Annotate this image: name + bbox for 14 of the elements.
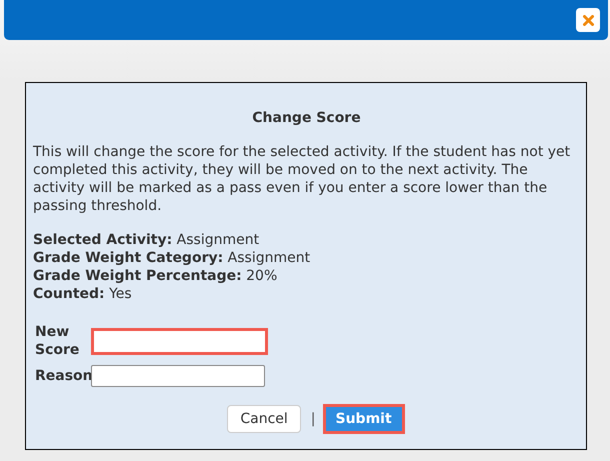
- submit-button[interactable]: Submit: [326, 407, 402, 431]
- detail-line: Grade Weight Percentage: 20%: [33, 267, 278, 285]
- description-text: This will change the score for the selected activity. If the student has not yet completed this activity, they will be moved on to the next activity. The activity will be marked as a pass even if you enter a score lower than the passing threshold.: [33, 143, 572, 215]
- separator: |: [310, 410, 316, 428]
- close-button[interactable]: [576, 8, 600, 32]
- input-field[interactable]: [91, 365, 265, 387]
- detail-line: Grade Weight Category: Assignment: [33, 249, 312, 267]
- field-label: New Score: [35, 323, 80, 359]
- dialog-title: Change Score: [251, 109, 362, 127]
- detail-line: Selected Activity: Assignment: [33, 231, 260, 249]
- close-icon: [582, 14, 594, 26]
- detail-line: Counted: Yes: [33, 285, 133, 303]
- input-field[interactable]: [91, 328, 268, 354]
- cancel-button[interactable]: Cancel: [227, 405, 301, 433]
